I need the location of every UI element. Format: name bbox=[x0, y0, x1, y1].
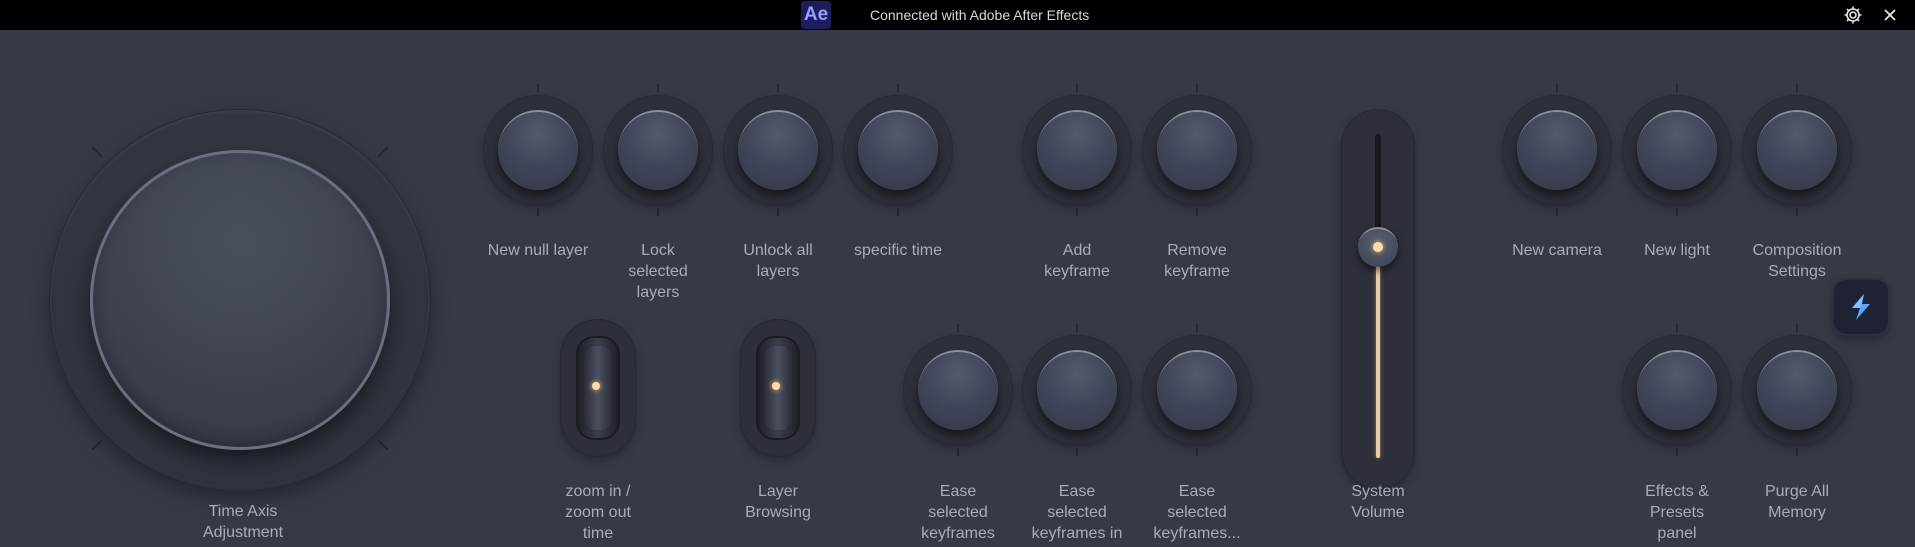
knob-label: specific time bbox=[853, 242, 943, 259]
dial-tick bbox=[377, 146, 389, 158]
slider-fill bbox=[1376, 265, 1380, 458]
knob-label: Ease selected keyframes in bbox=[1031, 483, 1123, 542]
new-camera-knob[interactable] bbox=[1503, 84, 1611, 216]
ease-keyframes-in-knob[interactable] bbox=[1023, 324, 1131, 456]
ease-keyframes-knob[interactable] bbox=[904, 324, 1012, 456]
specific-time-knob[interactable] bbox=[844, 84, 952, 216]
knob-label: Unlock all layers bbox=[743, 242, 813, 280]
knob-label: Ease selected keyframes... bbox=[1153, 483, 1241, 542]
knob-label: New camera bbox=[1512, 242, 1602, 259]
lock-selected-layers-knob[interactable] bbox=[604, 84, 712, 216]
effects-presets-knob[interactable] bbox=[1623, 324, 1731, 456]
purge-memory-knob[interactable] bbox=[1743, 324, 1851, 456]
dial-tick bbox=[91, 439, 103, 451]
ease-keyframes-out-knob[interactable] bbox=[1143, 324, 1251, 456]
slider-thumb[interactable] bbox=[1358, 227, 1398, 268]
stream-deck-app-icon[interactable] bbox=[1834, 280, 1888, 334]
led-indicator bbox=[592, 382, 600, 390]
knob-label: Composition Settings bbox=[1752, 242, 1842, 280]
slider-track bbox=[1375, 134, 1381, 234]
dial-tick bbox=[91, 146, 103, 158]
new-null-layer-knob[interactable] bbox=[484, 84, 592, 216]
knob-label: Remove keyframe bbox=[1164, 242, 1230, 280]
switch-label: Layer Browsing bbox=[745, 483, 811, 521]
knob-label: Add keyframe bbox=[1044, 242, 1110, 280]
dial-face[interactable] bbox=[90, 150, 390, 450]
connection-status: Connected with Adobe After Effects bbox=[870, 7, 1090, 23]
remove-keyframe-knob[interactable] bbox=[1143, 84, 1251, 216]
after-effects-badge: Ae bbox=[801, 1, 831, 29]
knob-label: Effects & Presets panel bbox=[1645, 483, 1709, 542]
led-indicator bbox=[772, 382, 780, 390]
knob-label: Ease selected keyframes bbox=[921, 483, 995, 542]
system-volume-slider[interactable] bbox=[1342, 110, 1414, 488]
knob-label: New null layer bbox=[487, 242, 589, 259]
switch-label: zoom in / zoom out time bbox=[565, 483, 631, 542]
knob-label: Purge All Memory bbox=[1764, 483, 1830, 521]
layer-browsing-switch[interactable] bbox=[741, 320, 815, 456]
add-keyframe-knob[interactable] bbox=[1023, 84, 1131, 216]
zoom-time-switch[interactable] bbox=[561, 320, 635, 456]
dial-label: Time Axis Adjustment bbox=[202, 503, 284, 541]
knob-label: Lock selected layers bbox=[628, 242, 688, 301]
new-light-knob[interactable] bbox=[1623, 84, 1731, 216]
composition-settings-knob[interactable] bbox=[1743, 84, 1851, 216]
title-bar: Ae Connected with Adobe After Effects bbox=[0, 0, 1915, 30]
time-axis-dial[interactable] bbox=[50, 110, 430, 490]
control-panel: Time Axis Adjustment New null layer Lock… bbox=[0, 30, 1915, 547]
unlock-all-layers-knob[interactable] bbox=[724, 84, 832, 216]
knob-label: New light bbox=[1644, 242, 1710, 259]
gear-icon[interactable] bbox=[1841, 3, 1865, 27]
close-icon[interactable] bbox=[1878, 3, 1902, 27]
dial-tick bbox=[377, 439, 389, 451]
slider-label: System Volume bbox=[1351, 483, 1405, 521]
